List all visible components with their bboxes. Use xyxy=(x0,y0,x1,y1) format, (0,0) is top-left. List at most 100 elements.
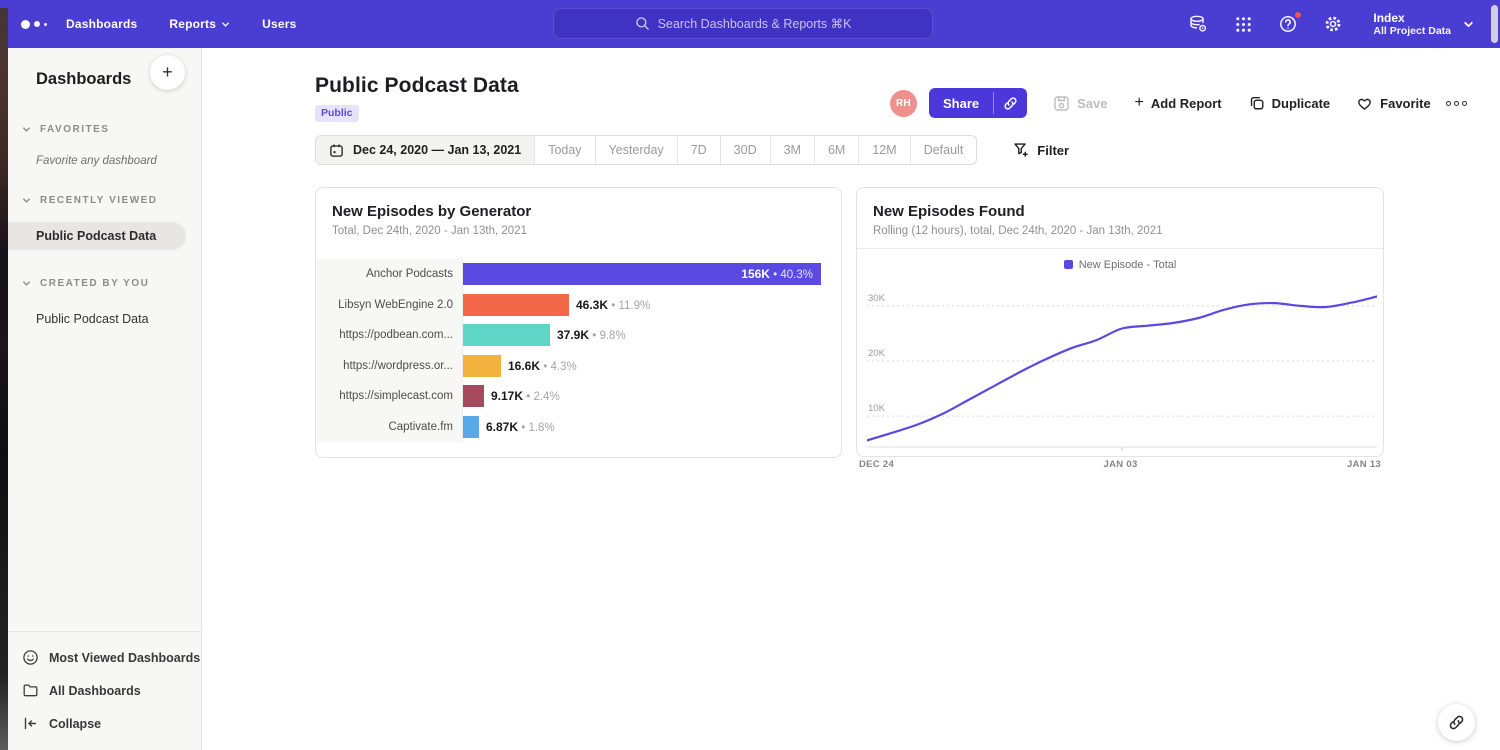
line-chart-subtitle: Rolling (12 hours), total, Dec 24th, 202… xyxy=(873,225,1367,237)
bar-chart-rows: Anchor Podcasts156K • 40.3%Libsyn WebEng… xyxy=(316,259,841,442)
chevron-down-icon xyxy=(221,20,230,29)
date-preset-3m[interactable]: 3M xyxy=(770,136,814,164)
sidebar-sections: FAVORITESFavorite any dashboard RECENTLY … xyxy=(8,122,201,333)
filter-label: Filter xyxy=(1037,143,1069,158)
bar-zone: 156K • 40.3% xyxy=(463,259,841,290)
sidebar-header: Dashboards + xyxy=(8,48,201,96)
header-actions: RH Share Save + Add Report Duplicate Fav… xyxy=(890,88,1467,118)
bar xyxy=(463,324,550,346)
link-icon xyxy=(1448,714,1465,731)
more-actions-button[interactable] xyxy=(1446,101,1467,106)
bar xyxy=(463,355,501,377)
chevron-down-icon xyxy=(22,125,31,134)
nav-item-reports[interactable]: Reports xyxy=(169,17,230,32)
bar-chart-card: New Episodes by Generator Total, Dec 24t… xyxy=(315,187,842,458)
sidebar-section: CREATED BY YOU Public Podcast Data xyxy=(8,276,201,333)
sidebar-footer-all-dashboards[interactable]: All Dashboards xyxy=(8,674,201,707)
share-button[interactable]: Share xyxy=(929,88,993,118)
plus-icon: + xyxy=(1135,95,1144,111)
vertical-scrollbar-thumb[interactable] xyxy=(1491,5,1498,43)
legend-label: New Episode - Total xyxy=(1079,259,1177,271)
bar-row: https://simplecast.com 9.17K • 2.4% xyxy=(316,381,841,412)
filter-button[interactable]: Filter xyxy=(1013,142,1069,158)
bar-category-label: https://simplecast.com xyxy=(316,381,463,412)
collapse-icon xyxy=(22,715,39,732)
chevron-down-icon xyxy=(22,196,31,205)
bar-value-label: 37.9K • 9.8% xyxy=(557,328,626,342)
smiley-icon xyxy=(22,649,39,666)
primary-nav: Dashboards Reports Users xyxy=(66,0,296,48)
x-axis-tick-label: JAN 13 xyxy=(1347,459,1381,470)
save-button[interactable]: Save xyxy=(1053,95,1107,112)
sidebar: Dashboards + FAVORITESFavorite any dashb… xyxy=(8,48,202,750)
folder-icon xyxy=(22,682,39,699)
bar-row: https://podbean.com... 37.9K • 9.8% xyxy=(316,320,841,351)
add-report-button[interactable]: + Add Report xyxy=(1135,95,1222,111)
notification-dot xyxy=(1294,11,1302,19)
date-preset-30d[interactable]: 30D xyxy=(720,136,770,164)
data-sources-icon[interactable] xyxy=(1187,13,1209,35)
help-icon[interactable] xyxy=(1277,13,1299,35)
copy-share-link-button[interactable] xyxy=(994,88,1027,118)
sidebar-footer-label: Collapse xyxy=(49,717,101,731)
sidebar-section-header[interactable]: FAVORITES xyxy=(8,122,201,136)
sidebar-item-public-podcast-data[interactable]: Public Podcast Data xyxy=(8,305,201,333)
add-dashboard-button[interactable]: + xyxy=(150,55,185,90)
link-icon xyxy=(1003,96,1018,111)
sidebar-footer: Most Viewed Dashboards All Dashboards Coll… xyxy=(8,631,201,750)
app-logo[interactable] xyxy=(21,0,47,48)
sidebar-footer-label: Most Viewed Dashboards xyxy=(49,651,200,665)
sidebar-section-label: CREATED BY YOU xyxy=(40,278,149,289)
bar-zone: 9.17K • 2.4% xyxy=(463,381,841,412)
sidebar-section-header[interactable]: CREATED BY YOU xyxy=(8,276,201,290)
date-range-segments: Dec 24, 2020 — Jan 13, 2021 TodayYesterd… xyxy=(315,135,977,165)
floating-share-link-button[interactable] xyxy=(1438,704,1475,741)
favorite-button[interactable]: Favorite xyxy=(1356,95,1431,112)
line-chart-card: New Episodes Found Rolling (12 hours), t… xyxy=(856,187,1384,457)
search-input[interactable]: Search Dashboards & Reports ⌘K xyxy=(553,8,933,39)
sidebar-footer-collapse[interactable]: Collapse xyxy=(8,707,201,740)
date-preset-7d[interactable]: 7D xyxy=(677,136,720,164)
date-preset-6m[interactable]: 6M xyxy=(814,136,858,164)
sidebar-item-public-podcast-data[interactable]: Public Podcast Data xyxy=(8,222,186,250)
line-chart-svg: 10K20K30K xyxy=(867,280,1377,451)
bar-row: Anchor Podcasts156K • 40.3% xyxy=(316,259,841,290)
sidebar-footer-most-viewed-dashboards[interactable]: Most Viewed Dashboards xyxy=(8,641,201,674)
share-split-button: Share xyxy=(929,88,1027,118)
bar-category-label: Captivate.fm xyxy=(316,412,463,443)
bar-value-label: 9.17K • 2.4% xyxy=(491,389,560,403)
sidebar-section-header[interactable]: RECENTLY VIEWED xyxy=(8,193,201,207)
nav-item-label: Reports xyxy=(169,17,216,31)
apps-grid-icon[interactable] xyxy=(1232,13,1254,35)
line-chart-legend: New Episode - Total xyxy=(857,251,1383,278)
top-navbar: Dashboards Reports Users Search Dashboards… xyxy=(0,0,1500,48)
bar-category-label: Anchor Podcasts xyxy=(316,259,463,290)
duplicate-button[interactable]: Duplicate xyxy=(1249,95,1331,111)
sidebar-section: FAVORITESFavorite any dashboard xyxy=(8,122,201,167)
date-preset-today[interactable]: Today xyxy=(534,136,594,164)
bar-zone: 37.9K • 9.8% xyxy=(463,320,841,351)
nav-item-dashboards[interactable]: Dashboards xyxy=(66,17,137,31)
project-switcher[interactable]: Index All Project Data xyxy=(1373,11,1474,38)
date-preset-12m[interactable]: 12M xyxy=(858,136,909,164)
bar-row: Captivate.fm6.87K • 1.8% xyxy=(316,412,841,443)
legend-swatch xyxy=(1064,260,1073,269)
favorite-label: Favorite xyxy=(1380,96,1431,111)
date-preset-yesterday[interactable]: Yesterday xyxy=(595,136,677,164)
bar-value-label: 16.6K • 4.3% xyxy=(508,359,577,373)
date-range-picker[interactable]: Dec 24, 2020 — Jan 13, 2021 xyxy=(316,136,534,164)
calendar-icon xyxy=(329,143,344,158)
line-chart-title: New Episodes Found xyxy=(873,203,1367,220)
bar-category-label: https://podbean.com... xyxy=(316,320,463,351)
bar-chart-subtitle: Total, Dec 24th, 2020 - Jan 13th, 2021 xyxy=(332,225,825,237)
date-preset-default[interactable]: Default xyxy=(910,136,977,164)
bar-chart-header: New Episodes by Generator Total, Dec 24t… xyxy=(316,188,841,237)
line-chart-header: New Episodes Found Rolling (12 hours), t… xyxy=(857,188,1383,249)
settings-icon[interactable] xyxy=(1322,13,1344,35)
nav-item-users[interactable]: Users xyxy=(262,17,296,31)
logo-dot-icon xyxy=(44,23,47,26)
bar-zone: 6.87K • 1.8% xyxy=(463,412,841,443)
svg-text:30K: 30K xyxy=(868,293,886,304)
nav-item-label: Dashboards xyxy=(66,17,137,31)
app-root: Dashboards Reports Users Search Dashboards… xyxy=(0,0,1500,750)
